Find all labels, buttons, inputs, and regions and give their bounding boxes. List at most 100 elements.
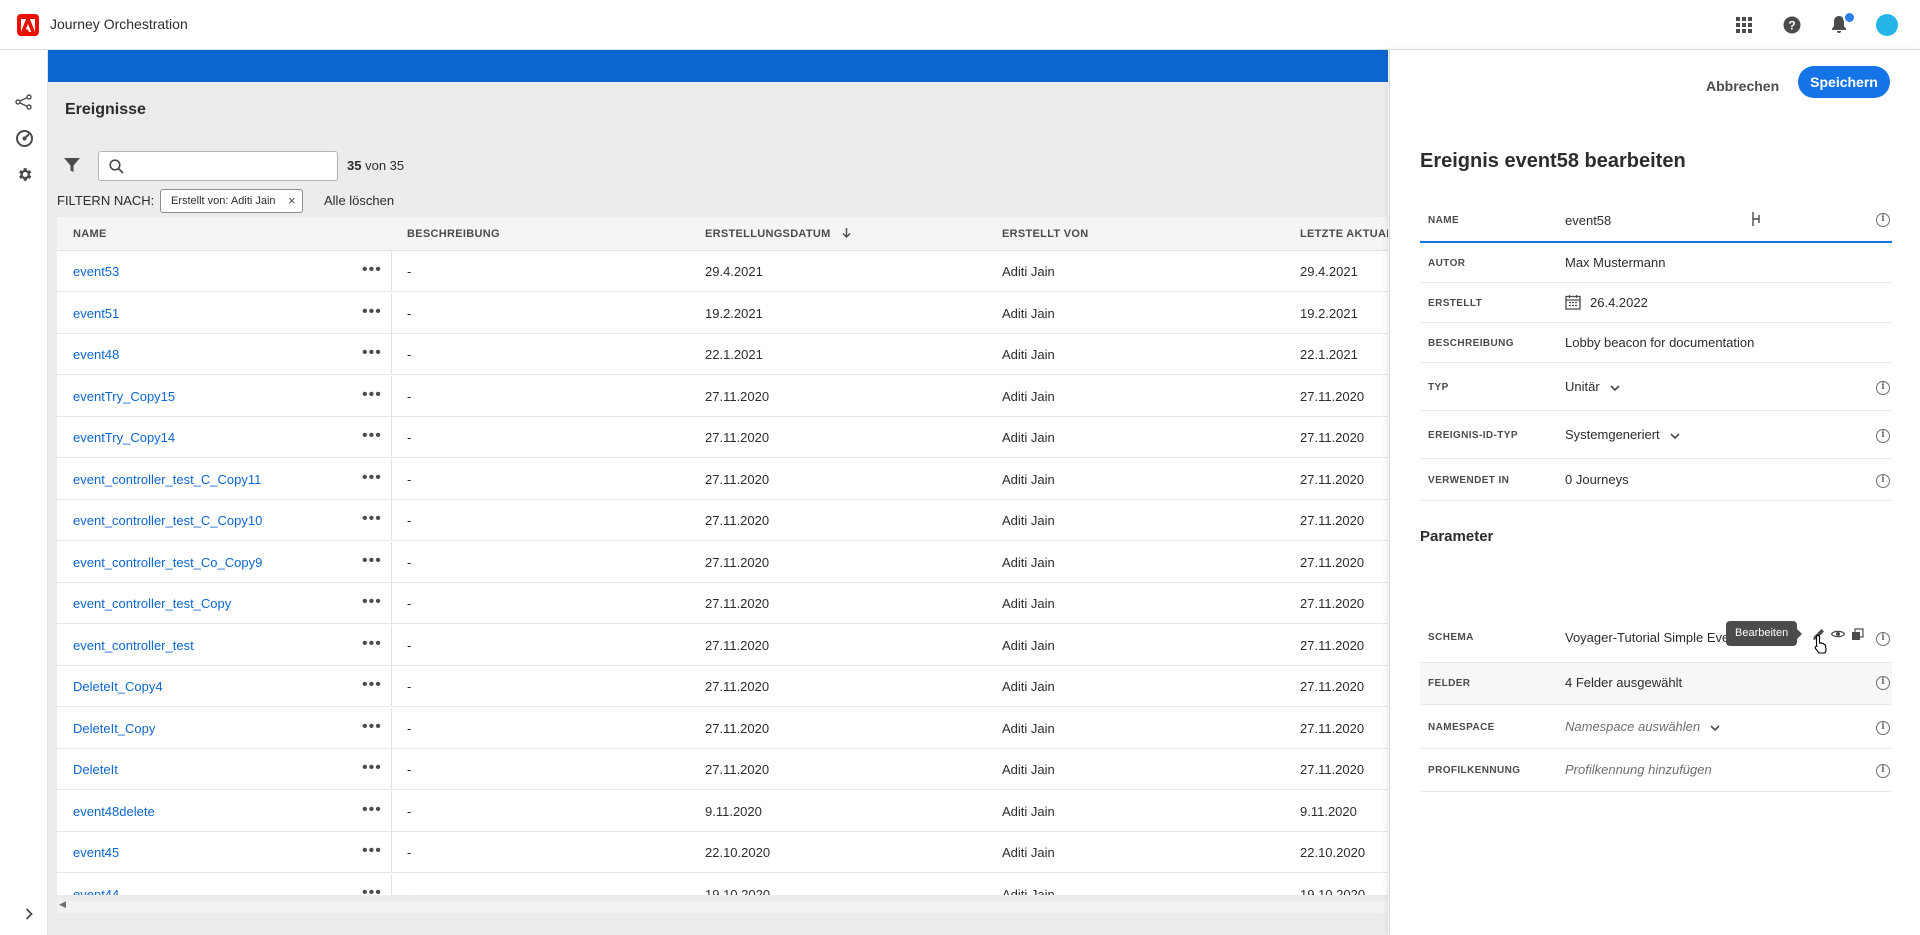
clear-all-filters-button[interactable]: Alle löschen — [324, 193, 394, 208]
monitoring-icon[interactable] — [13, 127, 35, 149]
event-name-link[interactable]: event_controller_test_C_Copy10 — [73, 513, 262, 528]
column-header-name[interactable]: NAME — [73, 228, 107, 240]
bell-icon[interactable] — [1828, 11, 1856, 36]
info-icon[interactable]: i — [1876, 429, 1890, 443]
journeys-icon[interactable] — [13, 91, 35, 113]
filter-chip[interactable]: Erstellt von: Aditi Jain × — [160, 189, 303, 213]
more-actions-icon[interactable]: ••• — [362, 760, 382, 776]
app-title[interactable]: Journey Orchestration — [50, 16, 188, 32]
search-field[interactable] — [98, 151, 338, 181]
more-actions-icon[interactable]: ••• — [362, 843, 382, 859]
info-icon[interactable]: i — [1876, 632, 1890, 646]
table-row[interactable]: event45 ••• - 22.10.2020 Aditi Jain 22.10.202… — [57, 832, 1388, 873]
more-actions-icon[interactable]: ••• — [362, 884, 382, 895]
info-icon[interactable]: i — [1876, 676, 1890, 690]
adobe-logo[interactable] — [17, 14, 39, 36]
settings-icon[interactable] — [13, 163, 35, 185]
more-actions-icon[interactable]: ••• — [362, 635, 382, 651]
event-name-link[interactable]: event53 — [73, 264, 119, 279]
table-row[interactable]: DeleteIt_Copy4 ••• - 27.11.2020 Aditi Jain 27… — [57, 666, 1388, 707]
name-input[interactable]: event58 — [1565, 213, 1611, 228]
avatar[interactable] — [1876, 14, 1898, 36]
param-fields[interactable]: FELDER 4 Felder ausgewählt i — [1420, 663, 1892, 705]
column-header-created-by[interactable]: ERSTELLT VON — [1002, 228, 1089, 240]
event-name-link[interactable]: event48delete — [73, 804, 155, 819]
namespace-dropdown[interactable]: Namespace auswählen — [1565, 719, 1720, 735]
event-name-link[interactable]: DeleteIt_Copy — [73, 721, 155, 736]
more-actions-icon[interactable]: ••• — [362, 262, 382, 278]
info-icon[interactable]: i — [1876, 213, 1890, 227]
result-count-shown: 35 — [347, 158, 362, 173]
copy-payload-icon[interactable] — [1849, 626, 1865, 642]
property-description[interactable]: BESCHREIBUNG Lobby beacon for documentat… — [1420, 323, 1892, 363]
event-name-link[interactable]: event_controller_test_Co_Copy9 — [73, 555, 262, 570]
param-namespace[interactable]: NAMESPACE Namespace auswählen i — [1420, 705, 1892, 749]
info-icon[interactable]: i — [1876, 764, 1890, 778]
column-header-created[interactable]: ERSTELLUNGSDATUM — [705, 228, 851, 240]
table-row[interactable]: event_controller_test_C_Copy11 ••• - 27.11.… — [57, 458, 1388, 500]
info-icon[interactable]: i — [1876, 474, 1890, 488]
event-name-link[interactable]: DeleteIt_Copy4 — [73, 679, 163, 694]
expand-icon[interactable] — [22, 907, 36, 921]
more-actions-icon[interactable]: ••• — [362, 552, 382, 568]
property-name[interactable]: NAME event58 i — [1420, 198, 1892, 243]
id-type-dropdown[interactable]: Systemgeneriert — [1565, 427, 1680, 443]
property-type[interactable]: TYP Unitär i — [1420, 363, 1892, 411]
more-actions-icon[interactable]: ••• — [362, 801, 382, 817]
event-name-link[interactable]: event45 — [73, 845, 119, 860]
more-actions-icon[interactable]: ••• — [362, 677, 382, 693]
more-actions-icon[interactable]: ••• — [362, 428, 382, 444]
preview-eye-icon[interactable] — [1830, 626, 1846, 642]
type-dropdown[interactable]: Unitär — [1565, 379, 1620, 395]
event-name-link[interactable]: event48 — [73, 347, 119, 362]
search-input[interactable] — [131, 157, 331, 175]
event-name-link[interactable]: event_controller_test_Copy — [73, 596, 231, 611]
table-row[interactable]: event_controller_test_Co_Copy9 ••• - 27.11.… — [57, 541, 1388, 583]
table-row[interactable]: event51 ••• - 19.2.2021 Aditi Jain 19.2.2021 — [57, 292, 1388, 334]
table-row[interactable]: event48 ••• - 22.1.2021 Aditi Jain 22.1.2021 — [57, 334, 1388, 375]
property-event-id-type[interactable]: EREIGNIS-ID-TYP Systemgeneriert i — [1420, 411, 1892, 459]
description-input[interactable]: Lobby beacon for documentation — [1565, 335, 1754, 350]
save-button[interactable]: Speichern — [1798, 66, 1890, 98]
table-row[interactable]: DeleteIt ••• - 27.11.2020 Aditi Jain 27.11.20… — [57, 749, 1388, 790]
table-row[interactable]: event44 ••• - 19.10.2020 Aditi Jain 19.10.202… — [57, 873, 1388, 896]
table-row[interactable]: event_controller_test ••• - 27.11.2020 Aditi… — [57, 624, 1388, 666]
info-icon[interactable]: i — [1876, 721, 1890, 735]
info-icon[interactable]: i — [1876, 381, 1890, 395]
table-row[interactable]: event53 ••• - 29.4.2021 Aditi Jain 29.4.2021 — [57, 251, 1388, 292]
filter-icon[interactable] — [63, 156, 81, 174]
event-name-link[interactable]: eventTry_Copy14 — [73, 430, 175, 445]
table-row[interactable]: event48delete ••• - 9.11.2020 Aditi Jain 9.11… — [57, 790, 1388, 832]
more-actions-icon[interactable]: ••• — [362, 386, 382, 402]
remove-filter-icon[interactable]: × — [288, 190, 296, 212]
column-header-description[interactable]: BESCHREIBUNG — [407, 228, 500, 240]
event-name-link[interactable]: event51 — [73, 306, 119, 321]
table-row[interactable]: DeleteIt_Copy ••• - 27.11.2020 Aditi Jain 27.… — [57, 707, 1388, 749]
event-name-link[interactable]: event44 — [73, 887, 119, 896]
cancel-button[interactable]: Abbrechen — [1692, 71, 1793, 101]
scrollbar-track[interactable] — [57, 901, 1388, 913]
more-actions-icon[interactable]: ••• — [362, 594, 382, 610]
event-name-link[interactable]: event_controller_test — [73, 638, 194, 653]
table-row[interactable]: event_controller_test_C_Copy10 ••• - 27.11.… — [57, 500, 1388, 541]
table-row[interactable]: eventTry_Copy14 ••• - 27.11.2020 Aditi Jain 2… — [57, 417, 1388, 458]
more-actions-icon[interactable]: ••• — [362, 718, 382, 734]
table-row[interactable]: eventTry_Copy15 ••• - 27.11.2020 Aditi Jain 2… — [57, 375, 1388, 417]
more-actions-icon[interactable]: ••• — [362, 469, 382, 485]
help-icon[interactable]: ? — [1781, 14, 1803, 36]
event-name-link[interactable]: event_controller_test_C_Copy11 — [73, 472, 261, 487]
more-actions-icon[interactable]: ••• — [362, 345, 382, 361]
param-profile-id[interactable]: PROFILKENNUNG Profilkennung hinzufügen i — [1420, 749, 1892, 792]
result-count-total: von 35 — [365, 158, 405, 173]
table-row[interactable]: event_controller_test_Copy ••• - 27.11.2020… — [57, 583, 1388, 624]
column-header-last-updated[interactable]: LETZTE AKTUALIS — [1300, 228, 1388, 240]
event-name-link[interactable]: eventTry_Copy15 — [73, 389, 175, 404]
more-actions-icon[interactable]: ••• — [362, 303, 382, 319]
profile-id-input[interactable]: Profilkennung hinzufügen — [1565, 762, 1712, 777]
event-name-link[interactable]: DeleteIt — [73, 762, 118, 777]
horizontal-scrollbar[interactable]: ◀ — [48, 895, 1388, 935]
table-header: NAME BESCHREIBUNG ERSTELLUNGSDATUM ERSTE… — [57, 217, 1388, 251]
apps-grid-icon[interactable] — [1733, 14, 1755, 36]
scroll-left-icon[interactable]: ◀ — [59, 899, 66, 910]
more-actions-icon[interactable]: ••• — [362, 511, 382, 527]
